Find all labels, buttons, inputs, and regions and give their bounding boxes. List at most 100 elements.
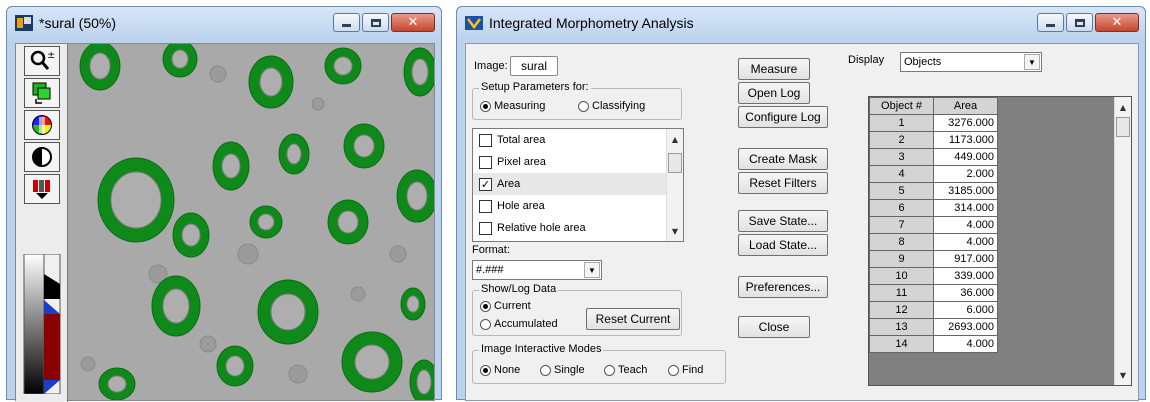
minimize-button[interactable] xyxy=(333,13,360,32)
parameter-list-scrollbar[interactable]: ▲ ▼ xyxy=(666,129,683,241)
list-item[interactable]: Relative hole area xyxy=(473,217,683,239)
scroll-down-icon[interactable]: ▼ xyxy=(667,223,683,239)
configure-log-button[interactable]: Configure Log xyxy=(738,106,828,128)
table-row[interactable]: 4 2.000 xyxy=(869,165,998,183)
table-row[interactable]: 6 314.000 xyxy=(869,199,998,217)
checkbox-relative-hole-area[interactable] xyxy=(479,221,492,235)
analysis-client-area: Image: sural Setup Parameters for: Measu… xyxy=(465,43,1139,401)
object-number-cell: 1 xyxy=(869,114,934,132)
interactive-modes-title: Image Interactive Modes xyxy=(479,343,604,355)
mode-single-radio[interactable]: Single xyxy=(540,364,585,376)
table-row[interactable]: 9 917.000 xyxy=(869,250,998,268)
close-window-button[interactable]: ✕ xyxy=(1095,13,1139,32)
analysis-window-title: Integrated Morphometry Analysis xyxy=(489,15,694,31)
list-item[interactable]: Pixel area xyxy=(473,151,683,173)
chevron-down-icon[interactable]: ▼ xyxy=(1024,54,1040,70)
micrograph-canvas[interactable] xyxy=(68,44,434,400)
checkbox-total-area[interactable] xyxy=(479,133,492,147)
display-value: Objects xyxy=(904,56,942,68)
list-item[interactable]: ✓ Area xyxy=(473,173,683,195)
image-selector[interactable]: sural xyxy=(510,56,558,76)
table-row[interactable]: 11 36.000 xyxy=(869,284,998,302)
close-window-button[interactable]: ✕ xyxy=(391,13,435,32)
table-scrollbar[interactable]: ▲ ▼ xyxy=(1114,97,1131,385)
scroll-up-icon[interactable]: ▲ xyxy=(1115,99,1131,115)
table-row[interactable]: 1 3276.000 xyxy=(869,114,998,132)
table-row[interactable]: 3 449.000 xyxy=(869,148,998,166)
table-row[interactable]: 10 339.000 xyxy=(869,267,998,285)
reset-current-button[interactable]: Reset Current xyxy=(586,308,680,330)
open-log-button[interactable]: Open Log xyxy=(738,82,810,104)
table-row[interactable]: 14 4.000 xyxy=(869,335,998,353)
mode-teach-radio[interactable]: Teach xyxy=(604,364,647,376)
scroll-up-icon[interactable]: ▲ xyxy=(667,131,683,147)
area-value-cell: 2.000 xyxy=(933,165,998,183)
accumulated-radio-indicator xyxy=(480,318,491,330)
image-app-icon xyxy=(15,15,33,31)
contrast-tool[interactable] xyxy=(24,142,60,172)
mode-single-label: Single xyxy=(554,364,585,376)
current-radio[interactable]: Current xyxy=(480,300,531,312)
mode-teach-indicator xyxy=(604,364,615,376)
list-item[interactable]: Hole area xyxy=(473,195,683,217)
color-wheel-tool[interactable] xyxy=(24,110,60,140)
area-value-cell: 4.000 xyxy=(933,216,998,234)
image-window-title: *sural (50%) xyxy=(39,15,117,31)
parameter-list[interactable]: Total area Pixel area ✓ Area Hole area Re… xyxy=(472,128,684,242)
scroll-thumb[interactable] xyxy=(1116,117,1130,137)
checkbox-pixel-area[interactable] xyxy=(479,155,492,169)
table-row[interactable]: 7 4.000 xyxy=(869,216,998,234)
list-item[interactable]: Total area xyxy=(473,129,683,151)
objects-table[interactable]: Object # Area 1 3276.000 2 1173.000 3 449.000… xyxy=(868,96,1132,386)
table-row[interactable]: 5 3185.000 xyxy=(869,182,998,200)
reset-filters-button[interactable]: Reset Filters xyxy=(738,172,828,194)
area-value-cell: 6.000 xyxy=(933,301,998,319)
list-item-label: Total area xyxy=(497,134,546,146)
pseudocolor-tool[interactable] xyxy=(24,174,60,204)
object-number-cell: 2 xyxy=(869,131,934,149)
format-select[interactable]: #.### ▼ xyxy=(472,260,602,280)
copy-layer-tool[interactable] xyxy=(24,78,60,108)
table-row[interactable]: 8 4.000 xyxy=(869,233,998,251)
chevron-down-icon[interactable]: ▼ xyxy=(584,262,600,278)
accumulated-radio[interactable]: Accumulated xyxy=(480,318,558,330)
preferences-button[interactable]: Preferences... xyxy=(738,276,828,298)
image-window-titlebar[interactable]: *sural (50%) ✕ xyxy=(7,7,441,39)
maximize-button[interactable] xyxy=(1066,13,1093,32)
zoom-tool[interactable]: ± xyxy=(24,46,60,76)
load-state-button[interactable]: Load State... xyxy=(738,234,828,256)
scroll-down-icon[interactable]: ▼ xyxy=(1115,367,1131,383)
mode-teach-label: Teach xyxy=(618,364,648,376)
table-row[interactable]: 12 6.000 xyxy=(869,301,998,319)
close-button[interactable]: Close xyxy=(738,316,810,338)
classifying-radio-indicator xyxy=(578,100,589,112)
checkbox-hole-area[interactable] xyxy=(479,199,492,213)
create-mask-button[interactable]: Create Mask xyxy=(738,148,828,170)
object-number-cell: 4 xyxy=(869,165,934,183)
list-item-label: Pixel area xyxy=(497,156,546,168)
object-number-cell: 14 xyxy=(869,335,934,353)
display-label: Display xyxy=(848,54,885,66)
area-value-cell: 3276.000 xyxy=(933,114,998,132)
save-state-button[interactable]: Save State... xyxy=(738,210,828,232)
zoom-tool-icon: ± xyxy=(30,50,55,70)
object-number-cell: 12 xyxy=(869,301,934,319)
table-row[interactable]: 13 2693.000 xyxy=(869,318,998,336)
maximize-button[interactable] xyxy=(362,13,389,32)
analysis-window-titlebar[interactable]: Integrated Morphometry Analysis ✕ xyxy=(457,7,1145,39)
table-row[interactable]: 2 1173.000 xyxy=(869,131,998,149)
display-select[interactable]: Objects ▼ xyxy=(900,52,1042,72)
measure-button[interactable]: Measure xyxy=(738,58,810,80)
minimize-button[interactable] xyxy=(1037,13,1064,32)
column-header-object[interactable]: Object # xyxy=(869,97,934,115)
mode-find-radio[interactable]: Find xyxy=(668,364,703,376)
column-header-area[interactable]: Area xyxy=(933,97,998,115)
mode-none-radio[interactable]: None xyxy=(480,364,520,376)
measuring-radio[interactable]: Measuring xyxy=(480,100,545,112)
area-value-cell: 449.000 xyxy=(933,148,998,166)
area-value-cell: 1173.000 xyxy=(933,131,998,149)
scroll-thumb[interactable] xyxy=(668,153,682,173)
lookup-table-bar[interactable] xyxy=(20,254,64,394)
checkbox-area[interactable]: ✓ xyxy=(479,177,492,191)
classifying-radio[interactable]: Classifying xyxy=(578,100,645,112)
